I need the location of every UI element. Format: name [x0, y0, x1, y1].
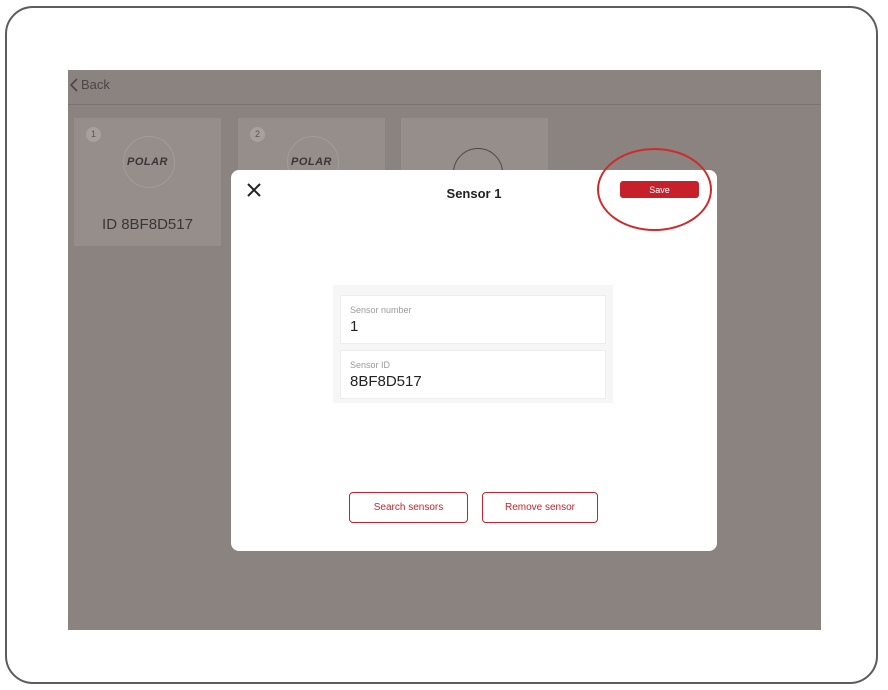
- back-button[interactable]: Back: [70, 77, 110, 92]
- sensor-number-badge: 2: [250, 127, 265, 142]
- sensor-dialog: Sensor 1 Save Sensor number 1 Sensor ID …: [231, 170, 717, 551]
- sensor-number-label: Sensor number: [350, 305, 412, 315]
- sensor-id-text: ID 8BF8D517: [102, 216, 193, 233]
- sensor-number-badge: 1: [86, 127, 101, 142]
- polar-logo: POLAR: [127, 156, 168, 168]
- search-sensors-button[interactable]: Search sensors: [349, 492, 468, 523]
- save-button[interactable]: Save: [620, 181, 699, 198]
- sensor-id-value: 8BF8D517: [350, 373, 422, 390]
- sensor-id-label: Sensor ID: [350, 360, 391, 370]
- polar-logo: POLAR: [291, 156, 332, 168]
- top-bar: Back: [68, 70, 821, 105]
- sensor-number-field[interactable]: Sensor number 1: [341, 296, 605, 343]
- sensor-id-field[interactable]: Sensor ID 8BF8D517: [341, 351, 605, 398]
- sensor-number-value: 1: [350, 318, 359, 335]
- sensor-card-1[interactable]: 1 POLAR ID 8BF8D517: [74, 118, 221, 246]
- back-label: Back: [81, 77, 110, 92]
- chevron-left-icon: [70, 77, 78, 92]
- remove-sensor-button[interactable]: Remove sensor: [482, 492, 598, 523]
